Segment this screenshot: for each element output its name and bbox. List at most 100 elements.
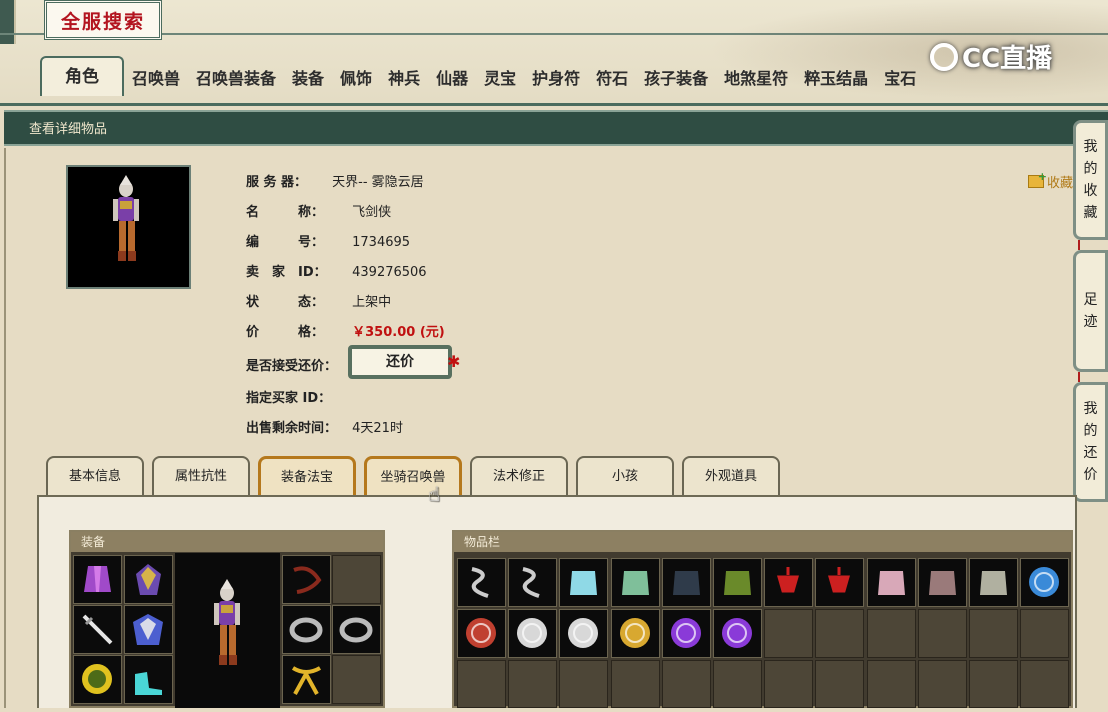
inventory-slot[interactable]: [866, 558, 916, 607]
tab-role[interactable]: 角色: [40, 56, 124, 96]
inventory-slot-empty[interactable]: [610, 660, 660, 708]
tab-mount-pet[interactable]: 坐骑召唤兽: [364, 456, 462, 496]
silver-orb-icon: [568, 618, 599, 648]
purple-orb-icon: [670, 618, 701, 648]
equip-slot-helmet[interactable]: [73, 555, 122, 604]
tab-rune-stone[interactable]: 符石: [588, 62, 636, 96]
name-row: 名 称： 飞剑侠: [246, 201, 391, 220]
tab-divine-weapon[interactable]: 神兵: [380, 62, 428, 96]
inventory-slot[interactable]: [661, 558, 711, 607]
equip-slot-empty[interactable]: [332, 655, 381, 704]
side-tab-my-favorites[interactable]: 我的收藏: [1073, 120, 1108, 240]
inventory-slot[interactable]: [713, 609, 762, 658]
inventory-slot-empty[interactable]: [661, 660, 711, 708]
tab-pet-equipment[interactable]: 召唤兽装备: [188, 62, 284, 96]
remaining-time-label: 出售剩余时间：: [246, 421, 338, 436]
side-tab-label: 我的收藏: [1083, 139, 1098, 221]
equip-slot-belt[interactable]: [282, 655, 331, 704]
category-tabs: 角色 召唤兽 召唤兽装备 装备 佩饰 神兵 仙器 灵宝 护身符 符石 孩子装备 …: [40, 56, 924, 96]
inventory-slot-empty[interactable]: [713, 660, 762, 708]
inventory-slot[interactable]: [815, 558, 865, 607]
counter-offer-button[interactable]: 还价: [348, 345, 452, 379]
dark-cloak-icon: [672, 571, 700, 595]
inventory-title: 物品栏: [454, 532, 1071, 552]
character-figure-icon: [214, 579, 240, 665]
server-label: 服 务 器：: [246, 175, 308, 190]
inventory-slot[interactable]: [508, 609, 558, 658]
inventory-slot[interactable]: [610, 558, 660, 607]
inventory-slot[interactable]: [559, 558, 609, 607]
top-header: 全服搜索 CC直播 角色 召唤兽 召唤兽装备 装备 佩饰 神兵 仙器 灵宝 护身…: [0, 0, 1108, 106]
inventory-slot-empty[interactable]: [559, 660, 609, 708]
counter-offer-row: 是否接受还价：: [246, 355, 346, 374]
inventory-slot[interactable]: [508, 558, 558, 607]
side-tab-footprints[interactable]: 足迹: [1073, 250, 1108, 372]
tab-accessory[interactable]: 佩饰: [332, 62, 380, 96]
id-label: 编 号：: [246, 235, 325, 250]
inventory-slot-empty[interactable]: [866, 609, 916, 658]
inventory-slot-empty[interactable]: [764, 609, 814, 658]
inventory-slot-empty[interactable]: [508, 660, 558, 708]
equip-slot-empty[interactable]: [332, 555, 381, 604]
tab-equipment[interactable]: 装备: [284, 62, 332, 96]
inventory-slot[interactable]: [969, 558, 1018, 607]
red-orb-icon: [466, 618, 496, 648]
tab-appearance-items[interactable]: 外观道具: [682, 456, 780, 496]
inventory-slot-empty[interactable]: [815, 609, 865, 658]
equip-slot-accessory-1[interactable]: [282, 555, 331, 604]
inventory-slot[interactable]: [764, 558, 814, 607]
inventory-slot-empty[interactable]: [969, 609, 1018, 658]
inventory-slot[interactable]: [457, 609, 506, 658]
equip-slot-boots[interactable]: [124, 655, 173, 704]
inventory-slot[interactable]: [457, 558, 506, 607]
cyan-cloth-icon: [570, 571, 598, 595]
inventory-slot-empty[interactable]: [866, 660, 916, 708]
equip-slot-ring-1[interactable]: [282, 605, 331, 654]
tab-child-equipment[interactable]: 孩子装备: [636, 62, 716, 96]
tab-pet[interactable]: 召唤兽: [124, 62, 188, 96]
tab-spirit-treasure[interactable]: 灵宝: [476, 62, 524, 96]
gray-scarf-icon: [980, 571, 1007, 595]
blue-orb-icon: [1029, 567, 1060, 597]
inventory-slot-empty[interactable]: [764, 660, 814, 708]
equip-slot-necklace[interactable]: [73, 655, 122, 704]
side-tab-my-counter-offers[interactable]: 我的还价: [1073, 382, 1108, 502]
tab-jade-crystal[interactable]: 粹玉结晶: [796, 62, 876, 96]
purple-orb-icon: [722, 618, 752, 648]
inventory-slot-empty[interactable]: [969, 660, 1018, 708]
equipment-character-preview: [175, 553, 280, 708]
remaining-time-value: 4天21时: [352, 421, 403, 436]
inventory-slot[interactable]: [917, 558, 967, 607]
equip-slot-ring-2[interactable]: [332, 605, 381, 654]
equip-slot-body[interactable]: [124, 605, 173, 654]
inventory-slot[interactable]: [1020, 558, 1070, 607]
inventory-slot[interactable]: [661, 609, 711, 658]
tab-equipment-treasure[interactable]: 装备法宝: [258, 456, 356, 496]
tab-star-talisman[interactable]: 地煞星符: [716, 62, 796, 96]
inventory-slot-empty[interactable]: [1020, 660, 1070, 708]
inventory-slot-empty[interactable]: [815, 660, 865, 708]
tab-amulet[interactable]: 护身符: [524, 62, 588, 96]
inventory-slot[interactable]: [559, 609, 609, 658]
serpent-scroll-icon: [522, 567, 540, 598]
inventory-slot-empty[interactable]: [457, 660, 506, 708]
inventory-slot-empty[interactable]: [917, 660, 967, 708]
character-figure-icon: [113, 175, 139, 261]
inventory-slot-empty[interactable]: [1020, 609, 1070, 658]
tab-child[interactable]: 小孩: [576, 456, 674, 496]
gold-medallion-icon: [82, 664, 112, 694]
inventory-slot-empty[interactable]: [917, 609, 967, 658]
favorite-link[interactable]: 收藏: [1028, 170, 1073, 191]
tab-gemstone[interactable]: 宝石: [876, 62, 924, 96]
tab-spell-modifier[interactable]: 法术修正: [470, 456, 568, 496]
tab-attributes[interactable]: 属性抗性: [152, 456, 250, 496]
inventory-slot[interactable]: [713, 558, 762, 607]
equip-slot-armor[interactable]: [124, 555, 173, 604]
red-knot-icon: [828, 567, 851, 593]
inventory-slot[interactable]: [610, 609, 660, 658]
id-row: 编 号： 1734695: [246, 231, 410, 250]
green-robe-icon: [621, 571, 649, 595]
tab-immortal-gear[interactable]: 仙器: [428, 62, 476, 96]
tab-basic-info[interactable]: 基本信息: [46, 456, 144, 496]
equip-slot-weapon[interactable]: [73, 605, 122, 654]
